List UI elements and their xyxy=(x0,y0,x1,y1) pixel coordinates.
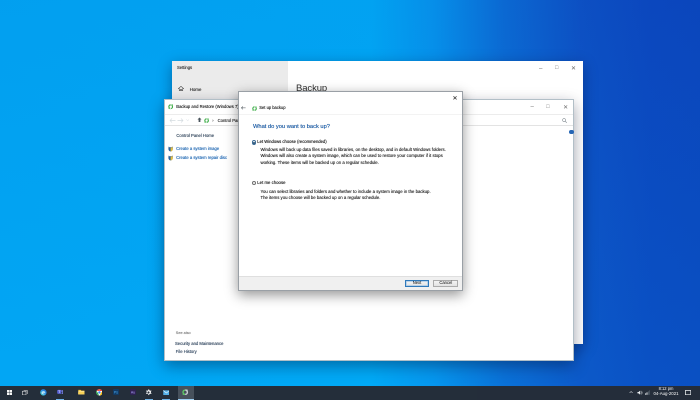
svg-text:Au: Au xyxy=(131,391,135,395)
svg-text:Ps: Ps xyxy=(114,391,118,395)
